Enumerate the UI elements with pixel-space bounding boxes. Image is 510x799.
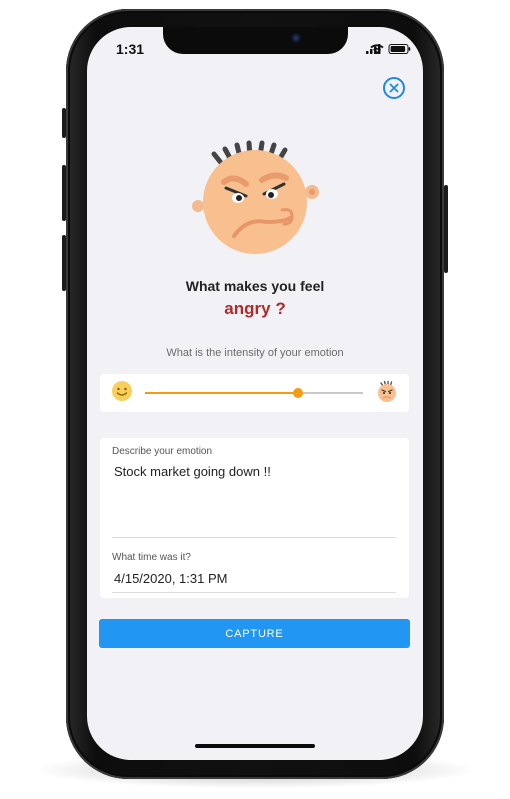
battery-icon (388, 44, 411, 54)
describe-input[interactable]: Stock market going down !! (114, 464, 271, 479)
side-button-power (444, 185, 448, 273)
side-button-volume-down (62, 235, 66, 291)
status-icons (366, 42, 412, 54)
angry-face-small-icon (375, 379, 399, 403)
side-button-mute (62, 108, 66, 138)
intensity-slider-thumb[interactable] (292, 388, 303, 398)
notch (163, 27, 348, 54)
capture-button[interactable]: CAPTURE (99, 619, 410, 648)
emotion-prompt: What makes you feel (185, 278, 325, 294)
time-label: What time was it? (112, 552, 191, 563)
angry-face-icon (192, 140, 320, 254)
describe-divider (112, 537, 396, 538)
close-button[interactable] (383, 77, 405, 99)
time-divider (112, 592, 396, 593)
close-icon (389, 83, 399, 93)
status-time: 1:31 (116, 41, 145, 57)
happy-face-icon (111, 380, 133, 402)
home-indicator[interactable] (195, 744, 315, 748)
intensity-slider[interactable] (145, 388, 363, 398)
wifi-icon (370, 44, 384, 54)
emotion-name: angry ? (224, 299, 286, 318)
front-camera (291, 33, 301, 43)
emotion-form-card: Describe your emotion Stock market going… (100, 438, 409, 598)
intensity-label: What is the intensity of your emotion (166, 347, 344, 359)
describe-label: Describe your emotion (112, 446, 213, 457)
side-button-volume-up (62, 165, 66, 221)
intensity-slider-card (100, 374, 409, 412)
time-input[interactable]: 4/15/2020, 1:31 PM (114, 571, 227, 586)
intensity-slider-fill (145, 392, 298, 394)
